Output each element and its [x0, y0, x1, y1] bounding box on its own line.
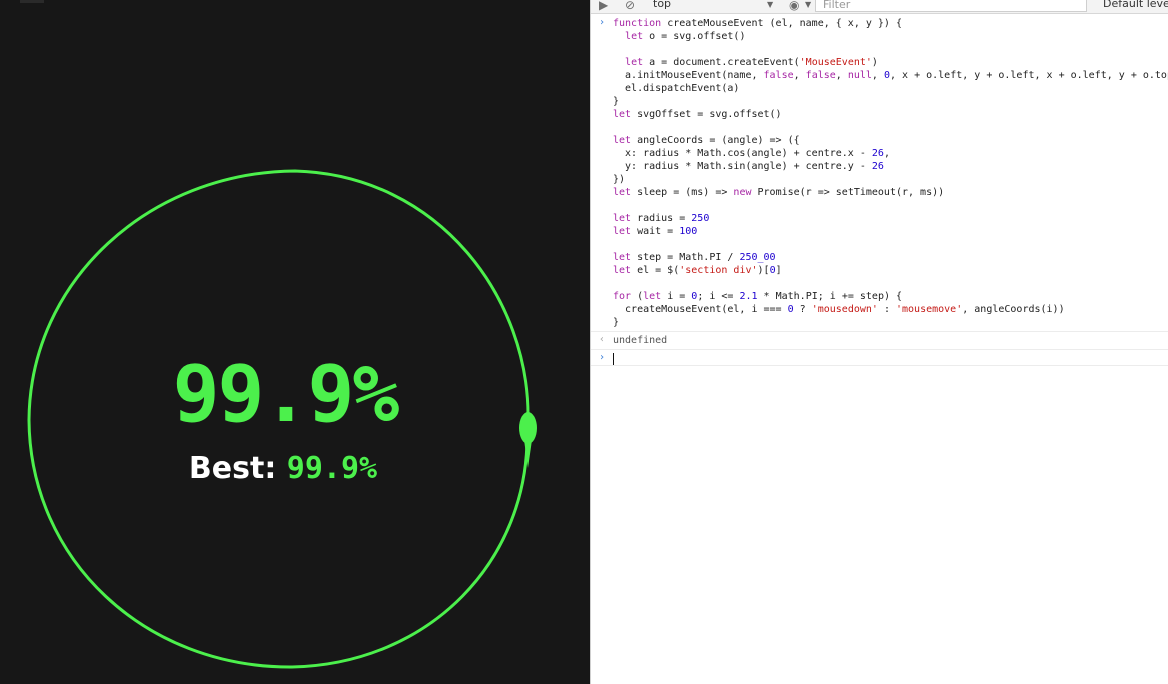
play-icon[interactable]: ▶: [599, 0, 608, 12]
eye-icon[interactable]: ◉: [789, 0, 799, 12]
console-prompt[interactable]: ›: [591, 350, 1168, 366]
code-line: let angleCoords = (angle) => ({: [613, 135, 800, 146]
code-line: el.dispatchEvent(a): [613, 83, 740, 94]
code-line: x: radius * Math.cos(angle) + centre.x -…: [613, 148, 890, 159]
log-levels-dropdown[interactable]: Default levels: [1103, 0, 1168, 12]
no-entry-icon[interactable]: ⊘: [625, 0, 635, 12]
code-line: let svgOffset = svg.offset(): [613, 109, 782, 120]
code-block: function createMouseEvent (el, name, { x…: [613, 17, 1168, 329]
result-value: undefined: [613, 335, 668, 346]
chevron-left-icon: ‹: [599, 334, 606, 345]
code-line: let a = document.createEvent('MouseEvent…: [625, 57, 878, 68]
code-line: }: [613, 96, 620, 107]
code-line: y: radius * Math.sin(angle) + centre.y -…: [613, 161, 884, 172]
text-caret: [613, 353, 614, 365]
code-line: let el = $('section div')[0]: [613, 265, 782, 276]
code-line: for (let i = 0; i <= 2.1 * Math.PI; i +=…: [613, 291, 903, 302]
context-select[interactable]: top: [653, 0, 765, 12]
chevron-down-icon[interactable]: ▼: [805, 0, 811, 12]
code-line: }: [613, 317, 620, 328]
devtools-panel: ▶ ⊘ top ▼ ◉ ▼ Default levels › function …: [590, 0, 1168, 684]
code-line: let sleep = (ms) => new Promise(r => set…: [613, 187, 945, 198]
best-score: Best: 99.9%: [0, 454, 566, 484]
best-label: Best:: [188, 451, 277, 486]
game-area[interactable]: 99.9% Best: 99.9%: [0, 0, 590, 684]
chevron-right-icon: ›: [599, 17, 606, 28]
code-line: }): [613, 174, 626, 185]
best-value: 99.9%: [286, 451, 378, 486]
chevron-down-icon[interactable]: ▼: [767, 0, 773, 12]
code-line: let radius = 250: [613, 213, 710, 224]
code-line: let wait = 100: [613, 226, 698, 237]
score-display: 99.9%: [172, 350, 400, 440]
code-line: let o = svg.offset(): [625, 31, 746, 42]
filter-input[interactable]: [815, 0, 1087, 12]
code-line: createMouseEvent(el, i === 0 ? 'mousedow…: [613, 304, 1065, 315]
code-line: function createMouseEvent (el, name, { x…: [613, 18, 902, 29]
chevron-right-icon: ›: [599, 352, 606, 363]
console-output[interactable]: › function createMouseEvent (el, name, {…: [591, 15, 1168, 684]
code-line: let step = Math.PI / 250_00: [613, 252, 776, 263]
code-line: a.initMouseEvent(name, false, false, nul…: [613, 70, 1168, 81]
console-toolbar: ▶ ⊘ top ▼ ◉ ▼ Default levels: [591, 0, 1168, 14]
console-result-entry: ‹ undefined: [591, 332, 1168, 350]
console-input-entry: › function createMouseEvent (el, name, {…: [591, 15, 1168, 332]
drawn-circle: [27, 169, 537, 669]
